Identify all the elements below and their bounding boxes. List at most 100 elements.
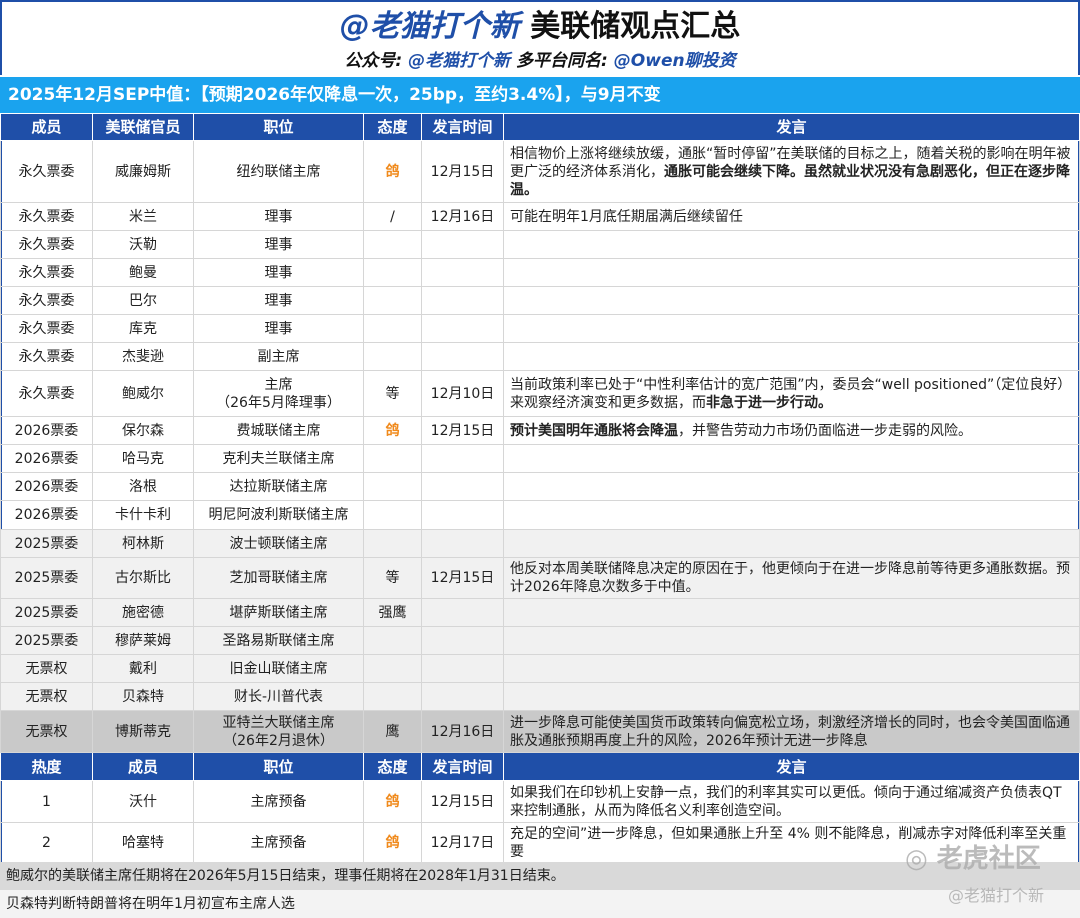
stance-cell: 鹰 (363, 710, 422, 753)
official-cell-text: 穆萨莱姆 (115, 632, 171, 649)
stance-cell: 鸽 (363, 416, 422, 445)
stance-cell (363, 314, 422, 343)
role-cell: 理事 (193, 258, 364, 287)
speech-cell (503, 342, 1080, 371)
official-cell-text: 库克 (129, 320, 157, 337)
date-cell: 12月15日 (421, 416, 504, 445)
official-cell-text: 米兰 (129, 208, 157, 225)
official-cell-text: 戴利 (129, 660, 157, 677)
date-cell: 12月15日 (421, 140, 504, 203)
speech-cell (503, 472, 1080, 501)
role-cell-text: 主席 (264, 376, 293, 393)
stance-cell: 鸽 (363, 140, 422, 203)
date-cell (421, 444, 504, 473)
role-cell-text: 主席预备 (250, 834, 307, 851)
stance-cell (363, 500, 422, 530)
member-cell: 2025票委 (0, 626, 93, 655)
speech-cell (503, 314, 1080, 343)
watermark-text: 老虎社区 (936, 844, 1041, 874)
speech-bold: 非急于进一步行动。 (706, 394, 832, 411)
member-cell: 无票权 (0, 710, 93, 753)
header-row: 热度 成员 职位 态度 发言时间 发言 (0, 752, 1080, 781)
speech-text: ，并警告劳动力市场仍面临进一步走弱的风险。 (678, 422, 972, 439)
speech-text: 他反对本周美联储降息决定的原因在于，他更倾向于在进一步降息前等待更多通胀数据。预… (510, 561, 1070, 595)
member-cell: 2026票委 (0, 472, 93, 501)
official-cell-text: 古尔斯比 (115, 570, 171, 586)
table-row: 2025票委 柯林斯 波士顿联储主席 (0, 529, 1080, 558)
column-header-text: 成员 (31, 118, 62, 136)
date-cell (421, 598, 504, 627)
official-cell: 巴尔 (92, 286, 194, 315)
speech-cell (503, 444, 1080, 473)
speech-cell (503, 654, 1080, 683)
member-cell: 永久票委 (0, 230, 93, 259)
official-cell-text: 贝森特 (122, 688, 164, 705)
date-cell-text: 12月15日 (430, 570, 495, 586)
official-cell: 穆萨莱姆 (92, 626, 194, 655)
official-cell: 贝森特 (92, 682, 194, 711)
speech-cell (503, 500, 1080, 530)
member-cell: 永久票委 (0, 370, 93, 417)
column-header-text: 美联储官员 (105, 118, 181, 136)
role-cell-text: 波士顿联储主席 (229, 535, 328, 552)
speech-cell: 预计美国明年通胀将会降温，并警告劳动力市场仍面临进一步走弱的风险。 (503, 416, 1080, 445)
table-row: 2025票委 穆萨莱姆 圣路易斯联储主席 (0, 626, 1080, 655)
official-cell-text: 沃勒 (129, 236, 157, 253)
official-cell: 洛根 (92, 472, 194, 501)
role-cell-text: 副主席 (257, 348, 300, 365)
stance-cell-text: 鸽 (385, 834, 400, 851)
date-cell (421, 626, 504, 655)
official-cell-text: 柯林斯 (122, 535, 164, 552)
column-header-text: 发言时间 (432, 118, 493, 136)
role-cell-text: 堪萨斯联储主席 (229, 604, 328, 621)
speech-cell-text: 如果我们在印钞机上安静一点，我们的利率其实可以更低。倾向于通过缩减资产负债表QT… (510, 784, 1062, 819)
official-cell: 卡什卡利 (92, 500, 194, 530)
member-cell: 2026票委 (0, 416, 93, 445)
role-cell-text: 圣路易斯联储主席 (222, 632, 335, 649)
stance-cell: / (363, 202, 422, 231)
official-cell-text: 鲍曼 (129, 264, 157, 281)
header-row: 成员 美联储官员 职位 态度 发言时间 发言 (0, 113, 1080, 141)
member-cell: 2025票委 (0, 529, 93, 558)
stance-cell-text: 等 (385, 385, 400, 402)
column-header: 职位 (193, 752, 364, 781)
stance-cell-text: 等 (385, 570, 400, 586)
member-cell: 永久票委 (0, 140, 93, 203)
role-cell-text: 理事 (264, 264, 293, 281)
role-cell: 明尼阿波利斯联储主席 (193, 500, 364, 530)
role-cell: 克利夫兰联储主席 (193, 444, 364, 473)
role-cell-text: 纽约联储主席 (236, 163, 321, 180)
member-cell: 永久票委 (0, 314, 93, 343)
role-cell-text: 主席预备 (250, 793, 307, 810)
stance-cell (363, 529, 422, 558)
column-header-text: 职位 (263, 757, 294, 776)
date-cell (421, 654, 504, 683)
stance-cell-text: 鸽 (385, 422, 400, 439)
role-cell: 达拉斯联储主席 (193, 472, 364, 501)
date-cell-text: 12月15日 (430, 793, 495, 810)
role-cell: 纽约联储主席 (193, 140, 364, 203)
column-header: 发言 (503, 113, 1080, 141)
column-header: 发言 (503, 752, 1080, 781)
role-cell: 圣路易斯联储主席 (193, 626, 364, 655)
member-cell: 无票权 (0, 654, 93, 683)
date-cell-text: 12月16日 (430, 208, 495, 225)
member-cell-text: 2026票委 (14, 507, 79, 523)
date-cell (421, 529, 504, 558)
official-cell-text: 沃什 (129, 793, 157, 810)
column-header-text: 职位 (263, 118, 294, 136)
role-cell: 理事 (193, 202, 364, 231)
date-cell: 12月16日 (421, 710, 504, 753)
member-cell-text: 永久票委 (18, 385, 75, 402)
table-row: 无票权 贝森特 财长-川普代表 (0, 682, 1080, 711)
candidate-row: 1 沃什 主席预备 鸽 12月15日 如果我们在印钞机上安静一点，我们的利率其实可以更低。… (0, 780, 1080, 823)
rank-cell-text: 1 (42, 793, 51, 810)
role-cell-text: 理事 (264, 292, 293, 309)
fed-table: 成员 美联储官员 职位 态度 发言时间 发言 永久票委 威廉姆斯 纽约联储主席鸽 12月15日 相信… (0, 113, 1080, 863)
role-cell-text: 亚特兰大联储主席 (222, 714, 335, 731)
table-row: 2025票委 施密德 堪萨斯联储主席 强鹰 (0, 598, 1080, 627)
column-header: 职位 (193, 113, 364, 141)
table-row: 2026票委 洛根 达拉斯联储主席 (0, 472, 1080, 501)
stance-cell: 等 (363, 557, 422, 599)
table-row: 2026票委 哈马克 克利夫兰联储主席 (0, 444, 1080, 473)
